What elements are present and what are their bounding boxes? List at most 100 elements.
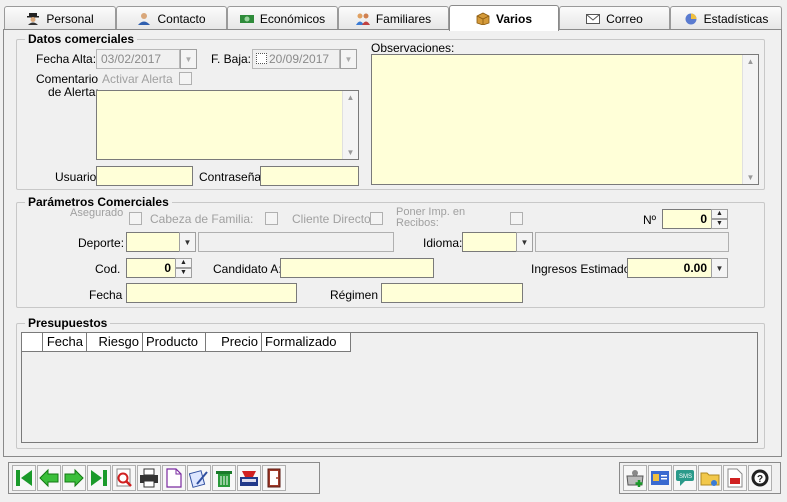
- table-header: Fecha Riesgo Producto Precio Formalizado: [22, 333, 351, 352]
- print-button[interactable]: [137, 465, 161, 491]
- sms-button[interactable]: SMS: [673, 465, 697, 491]
- first-record-icon: [16, 470, 32, 486]
- comentario-alerta-textarea[interactable]: ▲ ▼: [96, 90, 359, 160]
- numero-spinner[interactable]: ▲ ▼: [711, 209, 728, 229]
- usuario-field[interactable]: [96, 166, 193, 186]
- poner-imp-checkbox[interactable]: [510, 212, 523, 225]
- fecha-field[interactable]: [126, 283, 297, 303]
- presupuestos-table[interactable]: Fecha Riesgo Producto Precio Formalizado: [21, 332, 758, 443]
- fecha-baja-field[interactable]: 20/09/2017: [252, 49, 340, 69]
- box-icon: [476, 12, 490, 25]
- chevron-down-icon: ▼: [715, 263, 724, 273]
- family-icon: [355, 13, 370, 25]
- delete-icon: [216, 471, 232, 487]
- deporte-label: Deporte:: [78, 236, 125, 250]
- cod-label: Cod.: [95, 262, 121, 276]
- tab-varios[interactable]: Varios: [449, 5, 559, 31]
- idioma-label: Idioma:: [423, 236, 463, 250]
- money-icon: [239, 15, 254, 23]
- tab-familiares[interactable]: Familiares: [338, 6, 449, 30]
- tab-contacto[interactable]: Contacto: [116, 6, 227, 30]
- person-hat-icon: [27, 13, 40, 25]
- exit-door-icon: [267, 468, 281, 488]
- fecha-baja-checkbox[interactable]: [256, 53, 267, 64]
- scanner-icon: [240, 471, 258, 486]
- chevron-down-icon: ▼: [183, 237, 192, 247]
- pdf-icon: [727, 468, 743, 488]
- row-indicator-header: [22, 333, 43, 352]
- folder-button[interactable]: [698, 465, 722, 491]
- edit-document-icon: [189, 470, 208, 488]
- observaciones-textarea[interactable]: ▲ ▼: [371, 54, 759, 185]
- spin-up-icon[interactable]: ▲: [175, 258, 192, 268]
- previous-record-button[interactable]: [37, 465, 61, 491]
- add-contact-button[interactable]: [623, 465, 647, 491]
- contrasena-label: Contraseña:: [199, 170, 265, 184]
- search-document-button[interactable]: [112, 465, 136, 491]
- tab-label: Correo: [606, 11, 643, 26]
- scroll-down-icon: ▼: [346, 148, 355, 157]
- cliente-directo-checkbox[interactable]: [370, 212, 383, 225]
- deporte-field[interactable]: [126, 232, 180, 252]
- regimen-label: Régimen: [330, 288, 379, 302]
- cod-spinner[interactable]: ▲ ▼: [175, 258, 192, 278]
- column-header-formalizado[interactable]: Formalizado: [262, 333, 351, 352]
- deporte-dropdown[interactable]: ▼: [179, 232, 196, 252]
- cod-field[interactable]: 0: [126, 258, 176, 278]
- comentario-scrollbar[interactable]: ▲ ▼: [342, 91, 358, 159]
- scroll-up-icon: ▲: [346, 93, 355, 102]
- column-header-producto[interactable]: Producto: [143, 333, 206, 352]
- candidato-field[interactable]: [280, 258, 434, 278]
- fecha-baja-dropdown[interactable]: ▼: [340, 49, 357, 69]
- edit-document-button[interactable]: [187, 465, 211, 491]
- tab-correo[interactable]: Correo: [559, 6, 670, 30]
- ingresos-field[interactable]: 0.00: [627, 258, 712, 278]
- exit-button[interactable]: [262, 465, 286, 491]
- fecha-alta-dropdown[interactable]: ▼: [180, 49, 197, 69]
- last-record-button[interactable]: [87, 465, 111, 491]
- spin-up-icon[interactable]: ▲: [711, 209, 728, 219]
- last-record-icon: [91, 470, 107, 486]
- card-button[interactable]: [648, 465, 672, 491]
- cabeza-familia-checkbox[interactable]: [265, 212, 278, 225]
- ingresos-dropdown[interactable]: ▼: [711, 258, 728, 278]
- contrasena-field[interactable]: [260, 166, 359, 186]
- navigation-toolbar: [8, 462, 320, 494]
- column-header-riesgo[interactable]: Riesgo: [87, 333, 143, 352]
- first-record-button[interactable]: [12, 465, 36, 491]
- contact-icon: [138, 13, 151, 25]
- idioma-field[interactable]: [462, 232, 517, 252]
- tab-economicos[interactable]: Económicos: [227, 6, 338, 30]
- alerta-label: de Alerta:: [48, 85, 99, 99]
- regimen-field[interactable]: [381, 283, 523, 303]
- activar-alerta-checkbox[interactable]: [179, 72, 192, 85]
- column-header-precio[interactable]: Precio: [206, 333, 262, 352]
- column-header-fecha[interactable]: Fecha: [43, 333, 87, 352]
- pdf-button[interactable]: [723, 465, 747, 491]
- delete-button[interactable]: [212, 465, 236, 491]
- svg-text:?: ?: [757, 474, 763, 485]
- tab-personal[interactable]: Personal: [4, 6, 116, 30]
- previous-record-icon: [39, 468, 59, 488]
- spin-down-icon[interactable]: ▼: [175, 268, 192, 278]
- folder-icon: [700, 472, 720, 486]
- spin-down-icon[interactable]: ▼: [711, 219, 728, 229]
- candidato-label: Candidato A:: [213, 262, 282, 276]
- usuario-label: Usuario:: [55, 170, 100, 184]
- next-record-button[interactable]: [62, 465, 86, 491]
- card-icon: [651, 471, 669, 485]
- numero-field[interactable]: 0: [662, 209, 712, 229]
- asegurado-checkbox[interactable]: [129, 212, 142, 225]
- ingresos-label: Ingresos Estimados:: [531, 262, 640, 276]
- print-icon: [140, 468, 158, 488]
- scanner-button[interactable]: [237, 465, 261, 491]
- pie-chart-icon: [685, 13, 697, 25]
- fecha-baja-value: 20/09/2017: [269, 52, 330, 66]
- idioma-dropdown[interactable]: ▼: [516, 232, 533, 252]
- fecha-alta-field[interactable]: 03/02/2017: [96, 49, 180, 69]
- new-document-button[interactable]: [162, 465, 186, 491]
- tab-estadisticas[interactable]: Estadísticas: [670, 6, 782, 30]
- help-button[interactable]: ?: [748, 465, 772, 491]
- scroll-down-icon: ▼: [746, 173, 755, 182]
- observaciones-scrollbar[interactable]: ▲ ▼: [742, 55, 758, 184]
